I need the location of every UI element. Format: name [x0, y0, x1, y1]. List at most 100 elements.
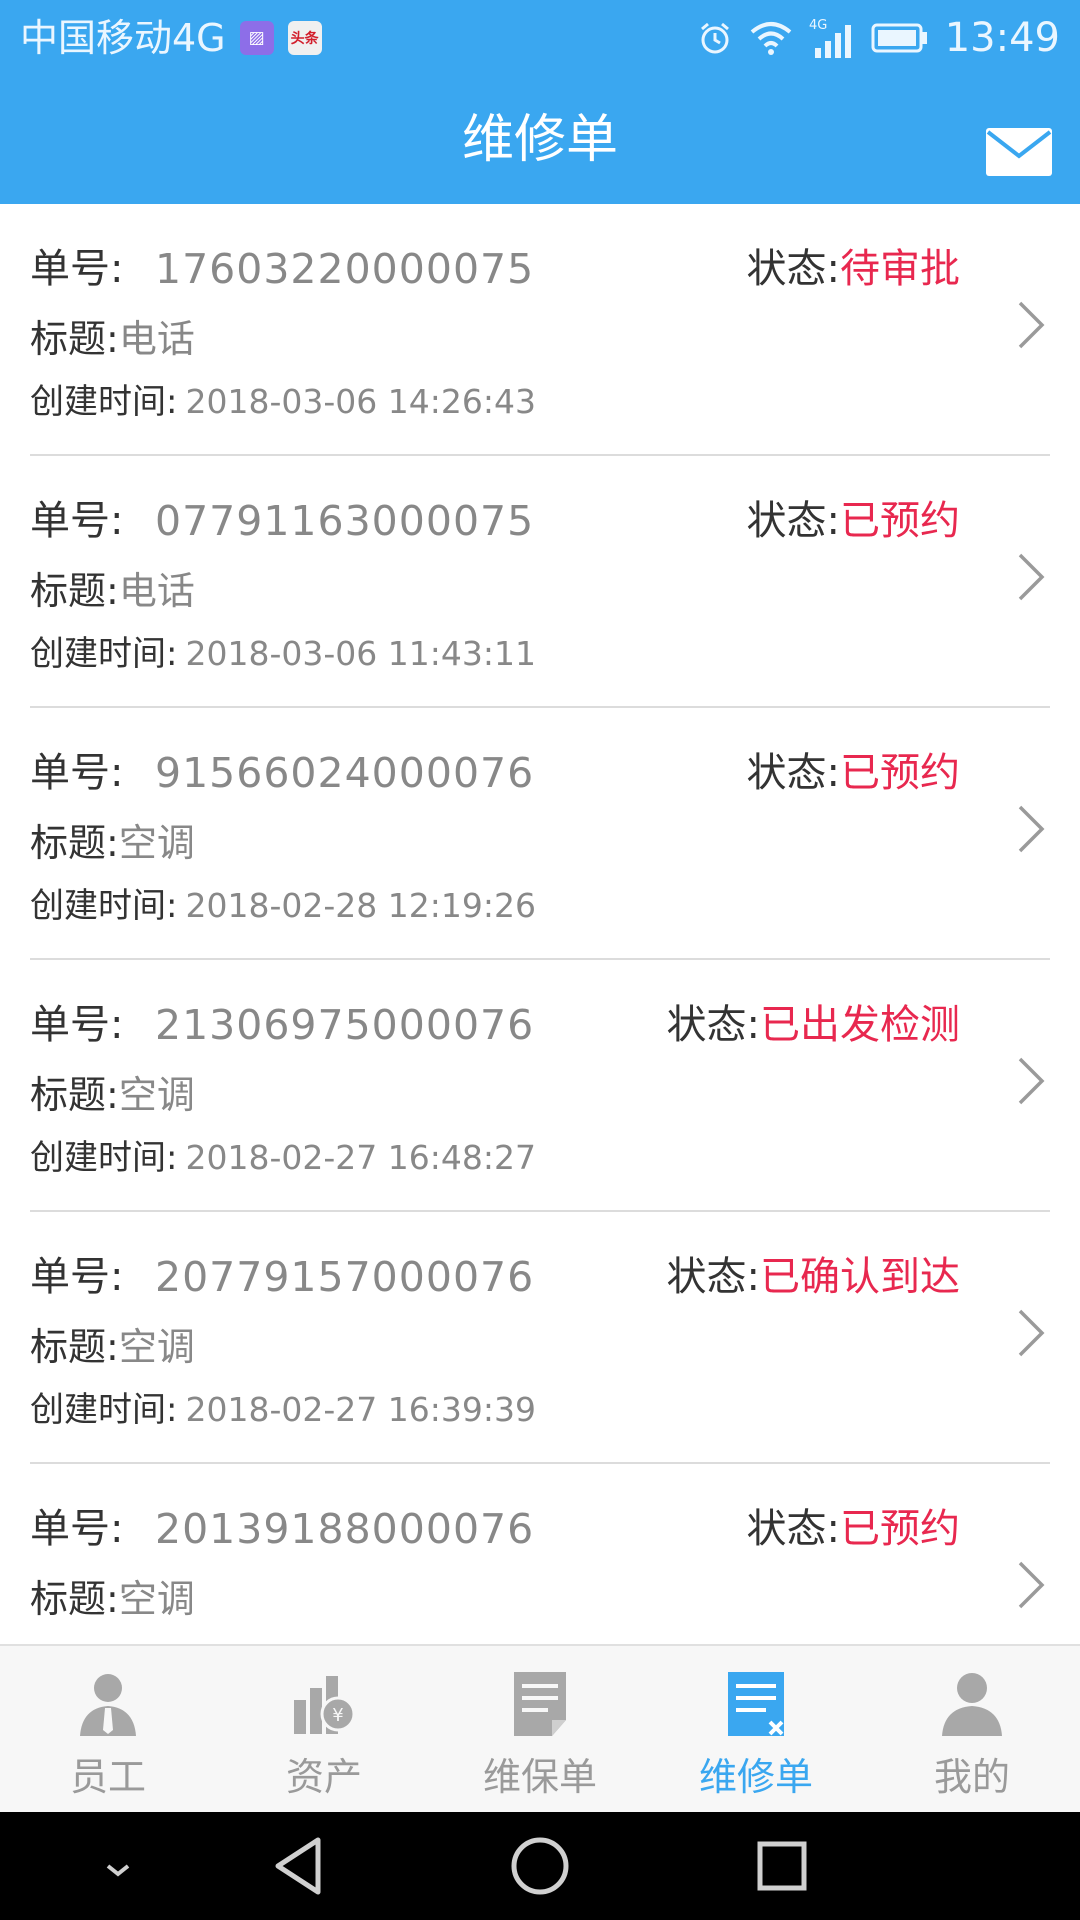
network-type-label: 4G [809, 18, 827, 33]
order-created-value: 2018-03-06 14:26:43 [185, 382, 536, 421]
tab-employee[interactable]: 员工 [0, 1646, 216, 1814]
order-created-line: 创建时间: 2018-02-27 16:48:27 [30, 1128, 536, 1188]
tab-maintenance-order[interactable]: 维保单 [432, 1646, 648, 1814]
order-header-line: 单号: 20779157000076 状态:已确认到达 [30, 1242, 1050, 1312]
order-created-line: 创建时间: 2018-03-06 11:43:11 [30, 624, 536, 684]
order-status-label: 状态: [666, 1002, 760, 1048]
order-number-label: 单号: [30, 1002, 124, 1048]
order-status-value: 已确认到达 [760, 1254, 960, 1300]
order-title-line: 标题:空调 [30, 1564, 195, 1634]
status-bar: 中国移动4G ▨ 头条 4G 13:49 [0, 0, 1080, 76]
order-title-value: 空调 [118, 821, 195, 865]
order-title-value: 空调 [118, 1073, 195, 1117]
order-header-line: 单号: 21306975000076 状态:已出发检测 [30, 990, 1050, 1060]
order-title-line: 标题:空调 [30, 808, 195, 878]
order-number-value: 21306975000076 [155, 1001, 535, 1049]
order-title-label: 标题: [30, 821, 119, 865]
mail-button[interactable] [986, 128, 1052, 176]
recents-button[interactable] [720, 1812, 840, 1920]
order-status-label: 状态: [666, 1254, 760, 1300]
order-created-label: 创建时间: [30, 886, 178, 926]
order-created-value: 2018-02-27 16:48:27 [185, 1138, 536, 1177]
order-status-value: 已预约 [840, 498, 960, 544]
order-number-value: 91566024000076 [155, 749, 535, 797]
order-status-value: 已预约 [840, 750, 960, 796]
gallery-notification-icon: ▨ [239, 21, 274, 55]
order-title-label: 标题: [30, 569, 119, 613]
order-number-value: 20779157000076 [155, 1253, 535, 1301]
wifi-icon [750, 22, 792, 55]
order-title-label: 标题: [30, 1577, 119, 1621]
order-number-label: 单号: [30, 246, 124, 292]
order-number-value: 07791163000075 [155, 497, 535, 545]
order-number-label: 单号: [30, 750, 124, 796]
order-created-label: 创建时间: [30, 382, 178, 422]
repair-order-item[interactable]: 单号: 21306975000076 状态:已出发检测 标题:空调 创建时间: 2… [30, 960, 1050, 1212]
cellular-signal-icon: 4G [809, 18, 851, 58]
tab-label: 维修单 [698, 1755, 813, 1799]
employee-icon [80, 1674, 136, 1736]
order-created-value: 2018-02-27 16:39:39 [185, 1390, 536, 1429]
repair-order-item[interactable]: 单号: 20779157000076 状态:已确认到达 标题:空调 创建时间: 2… [30, 1212, 1050, 1464]
order-number-label: 单号: [30, 1254, 124, 1300]
svg-text:¥: ¥ [332, 1705, 343, 1726]
order-header-line: 单号: 07791163000075 状态:已预约 [30, 486, 1050, 556]
chevron-right-icon [1018, 553, 1045, 601]
bottom-nav: 员工 ¥ 资产 维保单 维修单 我的 [0, 1644, 1080, 1814]
system-nav-bar [0, 1812, 1080, 1920]
order-status: 状态:待审批 [747, 234, 960, 312]
order-status: 状态:已预约 [747, 486, 960, 564]
recents-square-icon [757, 1841, 807, 1891]
order-created-line: 创建时间: 2018-03-06 14:26:43 [30, 372, 536, 432]
order-created-label: 创建时间: [30, 1138, 178, 1178]
order-number-value: 17603220000075 [155, 245, 535, 293]
repair-order-item[interactable]: 单号: 20139188000076 状态:已预约 标题:空调 创建时间:201… [30, 1464, 1050, 1644]
order-title-label: 标题: [30, 1325, 119, 1369]
order-status-label: 状态: [746, 1506, 840, 1552]
tab-label: 资产 [285, 1755, 362, 1799]
order-status: 状态:已出发检测 [667, 990, 960, 1068]
chevron-right-icon [1018, 805, 1045, 853]
order-title-line: 标题:空调 [30, 1312, 195, 1382]
profile-icon [942, 1673, 1002, 1736]
repair-order-list[interactable]: 单号: 17603220000075 状态:待审批 标题:电话 创建时间: 201… [0, 204, 1080, 1644]
collapse-nav-button[interactable] [30, 1812, 150, 1920]
order-title-value: 空调 [118, 1325, 195, 1369]
order-status: 状态:已预约 [747, 1494, 960, 1572]
alarm-icon [700, 22, 729, 54]
tab-assets[interactable]: ¥ 资产 [216, 1646, 432, 1814]
order-status: 状态:已确认到达 [667, 1242, 960, 1320]
order-title-line: 标题:空调 [30, 1060, 195, 1130]
order-status-label: 状态: [746, 498, 840, 544]
repair-order-item[interactable]: 单号: 17603220000075 状态:待审批 标题:电话 创建时间: 201… [30, 204, 1050, 456]
order-created-label: 创建时间: [30, 1390, 178, 1430]
clock: 13:49 [944, 15, 1060, 61]
tab-profile[interactable]: 我的 [864, 1646, 1080, 1814]
tab-repair-order[interactable]: 维修单 [648, 1646, 864, 1814]
repair-order-item[interactable]: 单号: 07791163000075 状态:已预约 标题:电话 创建时间: 201… [30, 456, 1050, 708]
app-bar: 维修单 [0, 76, 1080, 204]
news-notification-icon: 头条 [287, 21, 322, 55]
carrier-label: 中国移动4G [20, 16, 226, 60]
order-title-line: 标题:电话 [30, 556, 195, 626]
repair-order-item[interactable]: 单号: 91566024000076 状态:已预约 标题:空调 创建时间: 201… [30, 708, 1050, 960]
chevron-right-icon [1018, 301, 1045, 349]
order-title-value: 电话 [118, 569, 195, 613]
order-status-value: 待审批 [840, 246, 960, 292]
order-status: 状态:已预约 [747, 738, 960, 816]
order-number-value: 20139188000076 [155, 1505, 535, 1553]
order-created-value: 2018-02-28 12:19:26 [185, 886, 536, 925]
back-button[interactable] [240, 1812, 360, 1920]
order-status-value: 已预约 [840, 1506, 960, 1552]
order-status-label: 状态: [746, 246, 840, 292]
order-created-value: 2018-03-06 11:43:11 [185, 634, 536, 673]
home-button[interactable] [480, 1812, 600, 1920]
order-created-line: 创建时间:2018-02-27 16:33:53 [30, 1632, 536, 1644]
chevron-right-icon [1018, 1057, 1045, 1105]
order-created-label: 创建时间: [30, 634, 178, 674]
repair-order-icon [728, 1672, 784, 1736]
chevron-right-icon [1018, 1561, 1045, 1609]
tab-label: 维保单 [482, 1755, 597, 1799]
order-status-value: 已出发检测 [760, 1002, 960, 1048]
order-created-line: 创建时间: 2018-02-28 12:19:26 [30, 876, 536, 936]
